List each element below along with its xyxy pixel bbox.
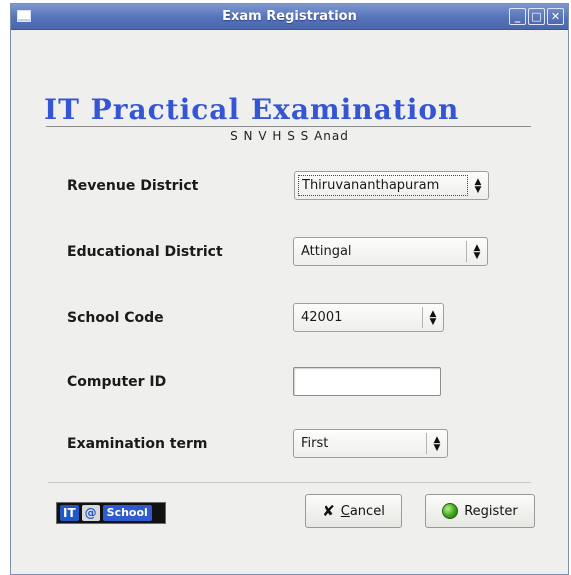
up-down-arrows-icon: ▲ ▼ [473, 242, 481, 261]
computer-id-label: Computer ID [67, 374, 167, 390]
x-cross-icon: ✘ [322, 501, 335, 520]
computer-id-input[interactable] [293, 367, 441, 396]
cancel-button[interactable]: ✘ Cancel [305, 494, 402, 528]
cancel-label: Cancel [340, 503, 385, 519]
exam-registration-window: Exam Registration _ □ ✕ IT Practical Exa… [10, 3, 569, 575]
up-down-arrows-icon: ▲ ▼ [474, 176, 482, 195]
it-at-school-logo: IT @ School [56, 502, 166, 524]
examination-term-label: Examination term [67, 436, 208, 452]
separator-line [48, 482, 531, 483]
school-code-combo[interactable]: 42001 ▲ ▼ [293, 303, 444, 332]
up-down-arrows-icon: ▲ ▼ [433, 434, 441, 453]
register-label: Register [464, 503, 518, 519]
page-title: IT Practical Examination [44, 93, 460, 126]
educational-district-combo[interactable]: Attingal ▲ ▼ [293, 237, 488, 266]
school-code-label: School Code [67, 310, 164, 326]
maximize-button[interactable]: □ [528, 8, 545, 25]
school-code-value: 42001 [301, 310, 343, 325]
educational-district-value: Attingal [301, 244, 352, 259]
dialog-content: IT Practical Examination S N V H S S Ana… [11, 31, 568, 575]
heading-underline [46, 126, 531, 127]
window-title: Exam Registration [222, 9, 357, 24]
revenue-district-combo[interactable]: Thiruvananthapuram ▲ ▼ [294, 171, 489, 200]
up-down-arrows-icon: ▲ ▼ [429, 308, 437, 327]
green-circle-icon [442, 503, 459, 519]
logo-it: IT [60, 505, 79, 521]
close-button[interactable]: ✕ [547, 8, 564, 25]
revenue-district-label: Revenue District [67, 178, 199, 194]
register-button[interactable]: Register [425, 494, 535, 528]
educational-district-label: Educational District [67, 244, 223, 260]
logo-at: @ [81, 505, 100, 521]
logo-school: School [102, 505, 152, 521]
revenue-district-value: Thiruvananthapuram [298, 175, 468, 196]
examination-term-value: First [301, 436, 329, 451]
school-name: S N V H S S Anad [230, 129, 349, 143]
examination-term-combo[interactable]: First ▲ ▼ [293, 429, 448, 458]
title-bar[interactable]: Exam Registration _ □ ✕ [11, 4, 568, 30]
window-controls: _ □ ✕ [509, 8, 564, 25]
minimize-button[interactable]: _ [509, 8, 526, 25]
